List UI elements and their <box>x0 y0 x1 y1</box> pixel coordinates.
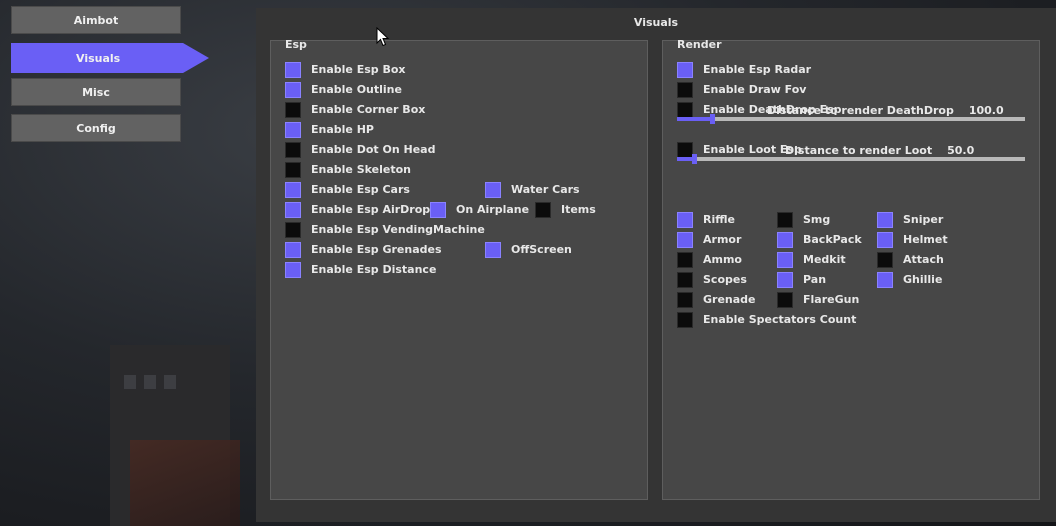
enable-esp-cars-checkbox[interactable] <box>285 182 301 198</box>
esp-group-title: Esp <box>285 38 307 51</box>
building-window <box>164 375 176 389</box>
pan-label: Pan <box>803 273 827 286</box>
enable-skeleton-checkbox[interactable] <box>285 162 301 178</box>
enable-spectators-count-label: Enable Spectators Count <box>703 313 857 326</box>
slider-label: Distance to render Loot 50.0 <box>785 144 974 157</box>
slider-title: Distance to render DeathDrop <box>767 104 954 117</box>
slider-knob[interactable] <box>692 154 697 164</box>
enable-esp-grenades-checkbox[interactable] <box>285 242 301 258</box>
enable-esp-airdrop-label: Enable Esp AirDrop <box>311 203 431 216</box>
background-debris <box>130 440 240 526</box>
flaregun-label: FlareGun <box>803 293 860 306</box>
enable-hp-label: Enable HP <box>311 123 374 136</box>
items-checkbox[interactable] <box>535 202 551 218</box>
backpack-label: BackPack <box>803 233 862 246</box>
nav-config-button[interactable]: Config <box>11 114 181 142</box>
enable-esp-cars-label: Enable Esp Cars <box>311 183 410 196</box>
deathdrop-distance-slider[interactable] <box>677 114 1025 124</box>
medkit-label: Medkit <box>803 253 846 266</box>
smg-label: Smg <box>803 213 831 226</box>
offscreen-label: OffScreen <box>511 243 572 256</box>
enable-esp-grenades-label: Enable Esp Grenades <box>311 243 442 256</box>
render-group-title: Render <box>677 38 722 51</box>
medkit-checkbox[interactable] <box>777 252 793 268</box>
ammo-checkbox[interactable] <box>677 252 693 268</box>
enable-esp-distance-checkbox[interactable] <box>285 262 301 278</box>
backpack-checkbox[interactable] <box>777 232 793 248</box>
enable-outline-label: Enable Outline <box>311 83 402 96</box>
slider-value: 50.0 <box>947 144 975 157</box>
enable-dot-on-head-label: Enable Dot On Head <box>311 143 436 156</box>
loot-distance-slider[interactable] <box>677 154 1025 164</box>
enable-draw-fov-label: Enable Draw Fov <box>703 83 807 96</box>
attach-label: Attach <box>903 253 944 266</box>
scopes-label: Scopes <box>703 273 747 286</box>
nav-aimbot-button[interactable]: Aimbot <box>11 6 181 34</box>
helmet-label: Helmet <box>903 233 948 246</box>
slider-value: 100.0 <box>968 104 1004 117</box>
sniper-label: Sniper <box>903 213 944 226</box>
water-cars-checkbox[interactable] <box>485 182 501 198</box>
slider-title: Distance to render Loot <box>785 144 933 157</box>
helmet-checkbox[interactable] <box>877 232 893 248</box>
nav-visuals-button[interactable]: Visuals <box>11 43 209 73</box>
grenade-checkbox[interactable] <box>677 292 693 308</box>
slider-label: Distance to render DeathDrop 100.0 <box>767 104 1004 117</box>
enable-outline-checkbox[interactable] <box>285 82 301 98</box>
slider-knob[interactable] <box>710 114 715 124</box>
enable-esp-box-checkbox[interactable] <box>285 62 301 78</box>
enable-skeleton-label: Enable Skeleton <box>311 163 411 176</box>
water-cars-label: Water Cars <box>511 183 580 196</box>
enable-draw-fov-checkbox[interactable] <box>677 82 693 98</box>
items-label: Items <box>561 203 596 216</box>
render-group: Render Enable Esp Radar Enable Draw Fov En… <box>662 38 1040 500</box>
building-window <box>124 375 136 389</box>
offscreen-checkbox[interactable] <box>485 242 501 258</box>
nav-button-label: Visuals <box>76 51 121 65</box>
building-window <box>144 375 156 389</box>
ammo-label: Ammo <box>703 253 742 266</box>
esp-group: Esp Enable Esp Box Enable Outline Enable C… <box>270 38 648 500</box>
on-airplane-checkbox[interactable] <box>430 202 446 218</box>
slider-fill <box>677 117 712 121</box>
enable-dot-on-head-checkbox[interactable] <box>285 142 301 158</box>
nav-button-label: Config <box>76 121 116 135</box>
sniper-checkbox[interactable] <box>877 212 893 228</box>
armor-label: Armor <box>703 233 742 246</box>
nav-misc-button[interactable]: Misc <box>11 78 181 106</box>
scopes-checkbox[interactable] <box>677 272 693 288</box>
nav-button-label: Misc <box>82 85 110 99</box>
enable-spectators-count-checkbox[interactable] <box>677 312 693 328</box>
grenade-label: Grenade <box>703 293 756 306</box>
enable-esp-vendingmachine-checkbox[interactable] <box>285 222 301 238</box>
flaregun-checkbox[interactable] <box>777 292 793 308</box>
on-airplane-label: On Airplane <box>456 203 530 216</box>
enable-hp-checkbox[interactable] <box>285 122 301 138</box>
enable-esp-airdrop-checkbox[interactable] <box>285 202 301 218</box>
pan-checkbox[interactable] <box>777 272 793 288</box>
ghillie-label: Ghillie <box>903 273 943 286</box>
visuals-panel: Visuals Esp Enable Esp Box Enable Outline… <box>256 8 1056 522</box>
riffle-label: Riffle <box>703 213 735 226</box>
enable-esp-vendingmachine-label: Enable Esp VendingMachine <box>311 223 485 236</box>
riffle-checkbox[interactable] <box>677 212 693 228</box>
nav-button-label: Aimbot <box>73 13 119 27</box>
enable-corner-box-checkbox[interactable] <box>285 102 301 118</box>
attach-checkbox[interactable] <box>877 252 893 268</box>
enable-deathdrop-esp-checkbox[interactable] <box>677 102 693 118</box>
ghillie-checkbox[interactable] <box>877 272 893 288</box>
enable-esp-box-label: Enable Esp Box <box>311 63 406 76</box>
enable-loot-esp-checkbox[interactable] <box>677 142 693 158</box>
enable-esp-radar-label: Enable Esp Radar <box>703 63 812 76</box>
enable-esp-distance-label: Enable Esp Distance <box>311 263 437 276</box>
smg-checkbox[interactable] <box>777 212 793 228</box>
armor-checkbox[interactable] <box>677 232 693 248</box>
enable-esp-radar-checkbox[interactable] <box>677 62 693 78</box>
enable-corner-box-label: Enable Corner Box <box>311 103 426 116</box>
